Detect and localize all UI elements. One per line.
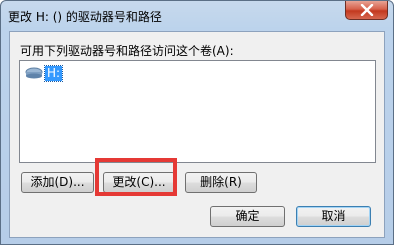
dialog-window: 更改 H: () 的驱动器号和路径 可用下列驱动器号和路径访问这个卷(A): H… bbox=[0, 0, 394, 245]
add-button[interactable]: 添加(D)... bbox=[21, 172, 94, 193]
close-icon bbox=[360, 4, 374, 16]
drive-letter-listbox[interactable]: H: bbox=[19, 60, 376, 163]
drive-icon bbox=[25, 67, 43, 79]
title-bar[interactable]: 更改 H: () 的驱动器号和路径 bbox=[1, 1, 393, 29]
list-item[interactable]: H: bbox=[25, 64, 64, 82]
list-item-label: H: bbox=[43, 64, 64, 82]
dialog-content: 可用下列驱动器号和路径访问这个卷(A): H: 添加(D)... 更改(C)..… bbox=[9, 31, 385, 238]
change-button[interactable]: 更改(C)... bbox=[103, 172, 175, 193]
delete-button[interactable]: 删除(R) bbox=[185, 172, 257, 193]
instruction-label: 可用下列驱动器号和路径访问这个卷(A): bbox=[20, 44, 234, 58]
window-title: 更改 H: () 的驱动器号和路径 bbox=[8, 10, 162, 24]
close-button[interactable] bbox=[345, 1, 388, 20]
cancel-button[interactable]: 取消 bbox=[296, 206, 371, 227]
ok-button[interactable]: 确定 bbox=[210, 206, 285, 227]
